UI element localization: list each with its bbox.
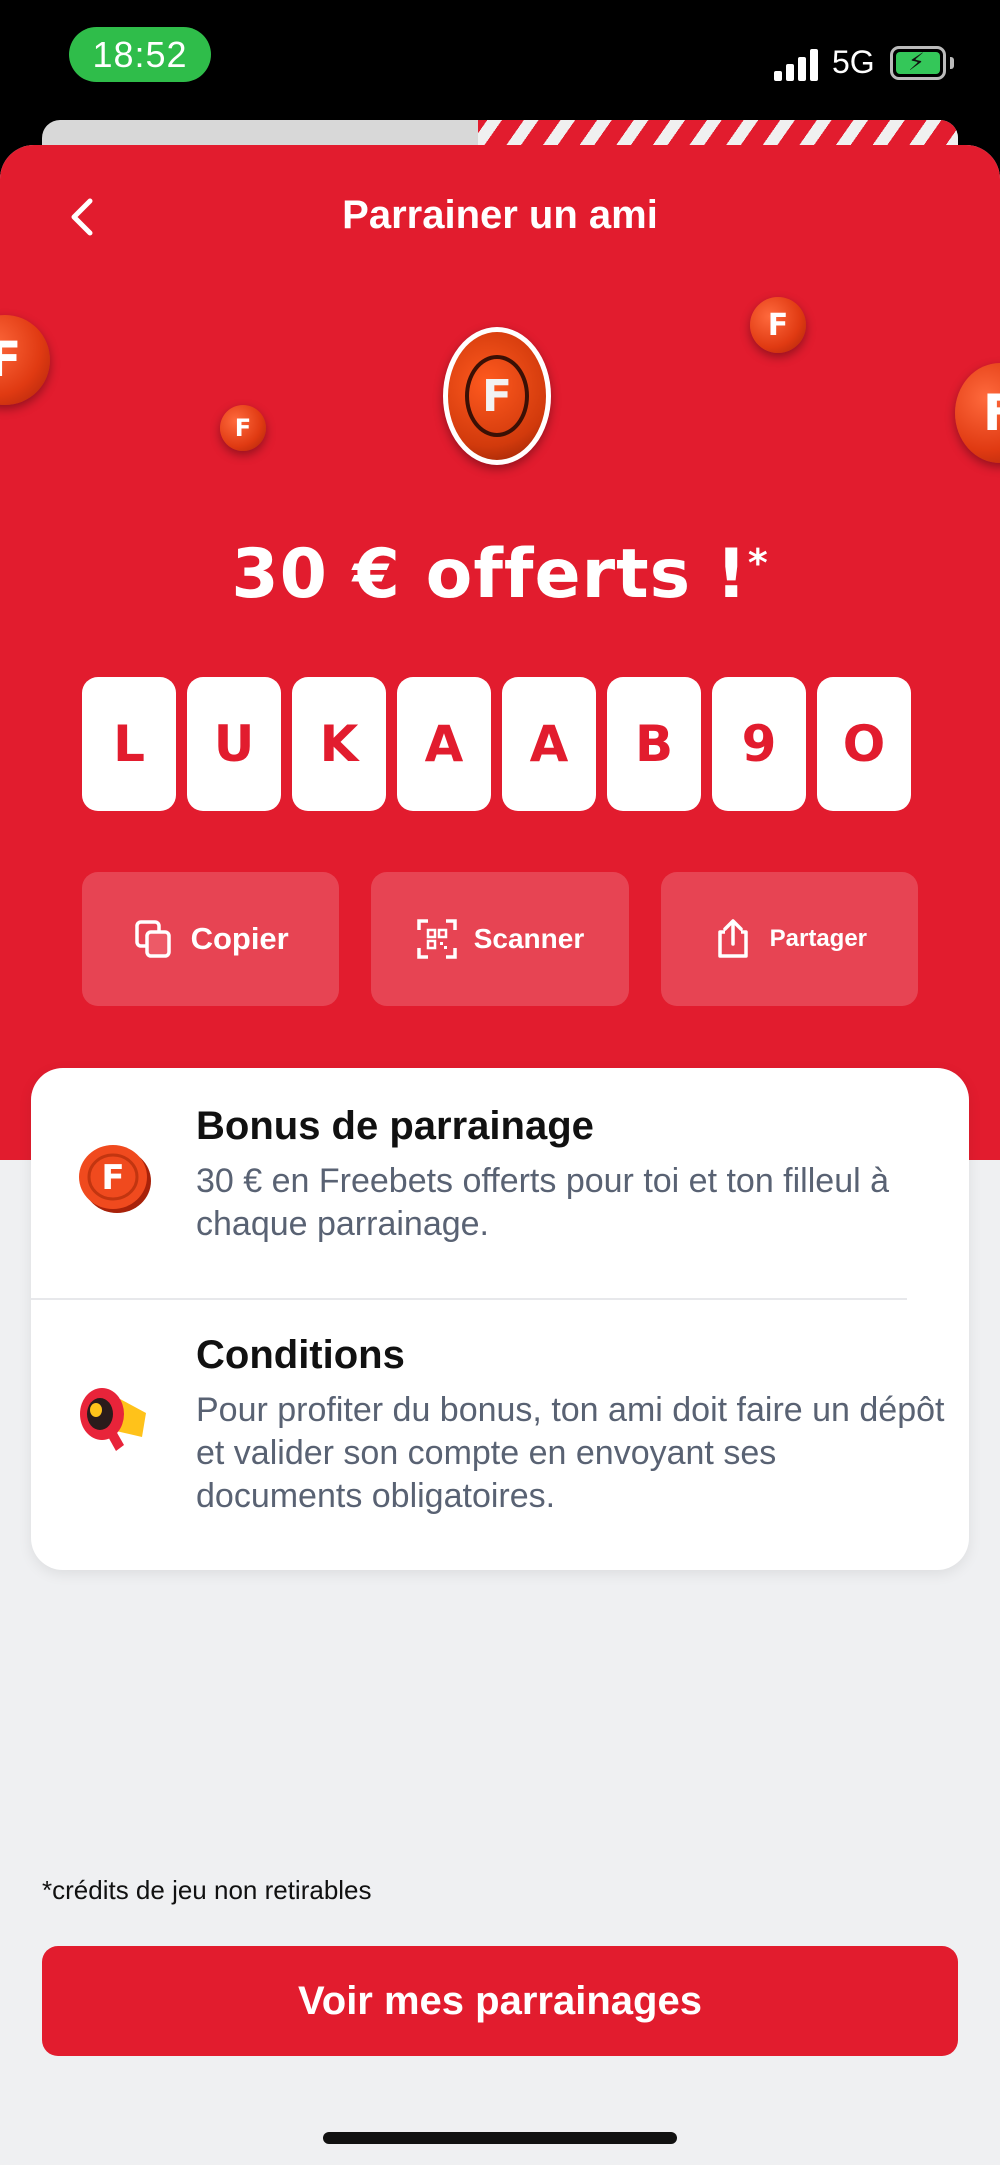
code-char: U bbox=[187, 677, 281, 811]
headline-mark: * bbox=[747, 541, 769, 585]
referral-sheet: Parrainer un ami F F F F F 30 € offerts … bbox=[0, 145, 1000, 2165]
conditions-text: Pour profiter du bonus, ton ami doit fai… bbox=[196, 1391, 945, 1515]
code-char: L bbox=[82, 677, 176, 811]
code-char: A bbox=[397, 677, 491, 811]
headline-text: 30 € offerts ! bbox=[231, 535, 748, 614]
copy-label: Copier bbox=[190, 921, 289, 956]
home-indicator bbox=[323, 2132, 677, 2144]
coin-decoration-icon: F bbox=[220, 405, 266, 451]
scan-button[interactable]: Scanner bbox=[371, 872, 629, 1006]
code-char: 9 bbox=[712, 677, 806, 811]
network-type: 5G bbox=[832, 44, 875, 80]
headline: 30 € offerts !* bbox=[0, 535, 1000, 614]
coin-decoration-icon: F bbox=[955, 363, 1000, 463]
hero-section: Parrainer un ami F F F F F 30 € offerts … bbox=[0, 145, 1000, 1160]
view-referrals-button[interactable]: Voir mes parrainages bbox=[42, 1946, 958, 2056]
code-char: K bbox=[292, 677, 386, 811]
code-char: O bbox=[817, 677, 911, 811]
coin-icon: F bbox=[79, 1145, 151, 1213]
code-char: B bbox=[607, 677, 701, 811]
qr-scan-icon bbox=[416, 919, 457, 959]
copy-button[interactable]: Copier bbox=[82, 872, 340, 1006]
referral-code: L U K A A B 9 O bbox=[82, 677, 918, 811]
share-label: Partager bbox=[769, 925, 868, 952]
code-char: A bbox=[502, 677, 596, 811]
status-bar: 18:52 5G ⚡ bbox=[0, 0, 1000, 130]
coin-decoration-icon: F bbox=[750, 297, 806, 353]
coin-decoration-icon: F bbox=[0, 315, 50, 405]
signal-icon bbox=[774, 47, 820, 81]
megaphone-icon bbox=[80, 1388, 146, 1451]
scan-label: Scanner bbox=[473, 923, 585, 954]
action-row: Copier Scanner Partager bbox=[82, 872, 918, 1006]
copy-icon bbox=[134, 920, 171, 958]
battery-tip bbox=[950, 57, 954, 69]
coin-main-icon: F bbox=[443, 327, 551, 465]
share-button[interactable]: Partager bbox=[660, 872, 918, 1006]
bonus-text: 30 € en Freebets offerts pour toi et ton… bbox=[196, 1162, 890, 1243]
divider bbox=[31, 1298, 907, 1300]
share-icon bbox=[717, 919, 748, 958]
footnote: *crédits de jeu non retirables bbox=[42, 1875, 372, 1905]
bonus-title: Bonus de parrainage bbox=[196, 1104, 594, 1148]
coin-main-letter: F bbox=[465, 355, 529, 437]
conditions-title: Conditions bbox=[196, 1333, 405, 1377]
status-time: 18:52 bbox=[69, 27, 211, 82]
svg-text:F: F bbox=[101, 1158, 124, 1198]
battery-charging-icon: ⚡ bbox=[890, 46, 946, 80]
page-title: Parrainer un ami bbox=[342, 193, 658, 237]
info-card: F Bonus de parrainage 30 € en Freebets o… bbox=[31, 1068, 969, 1570]
